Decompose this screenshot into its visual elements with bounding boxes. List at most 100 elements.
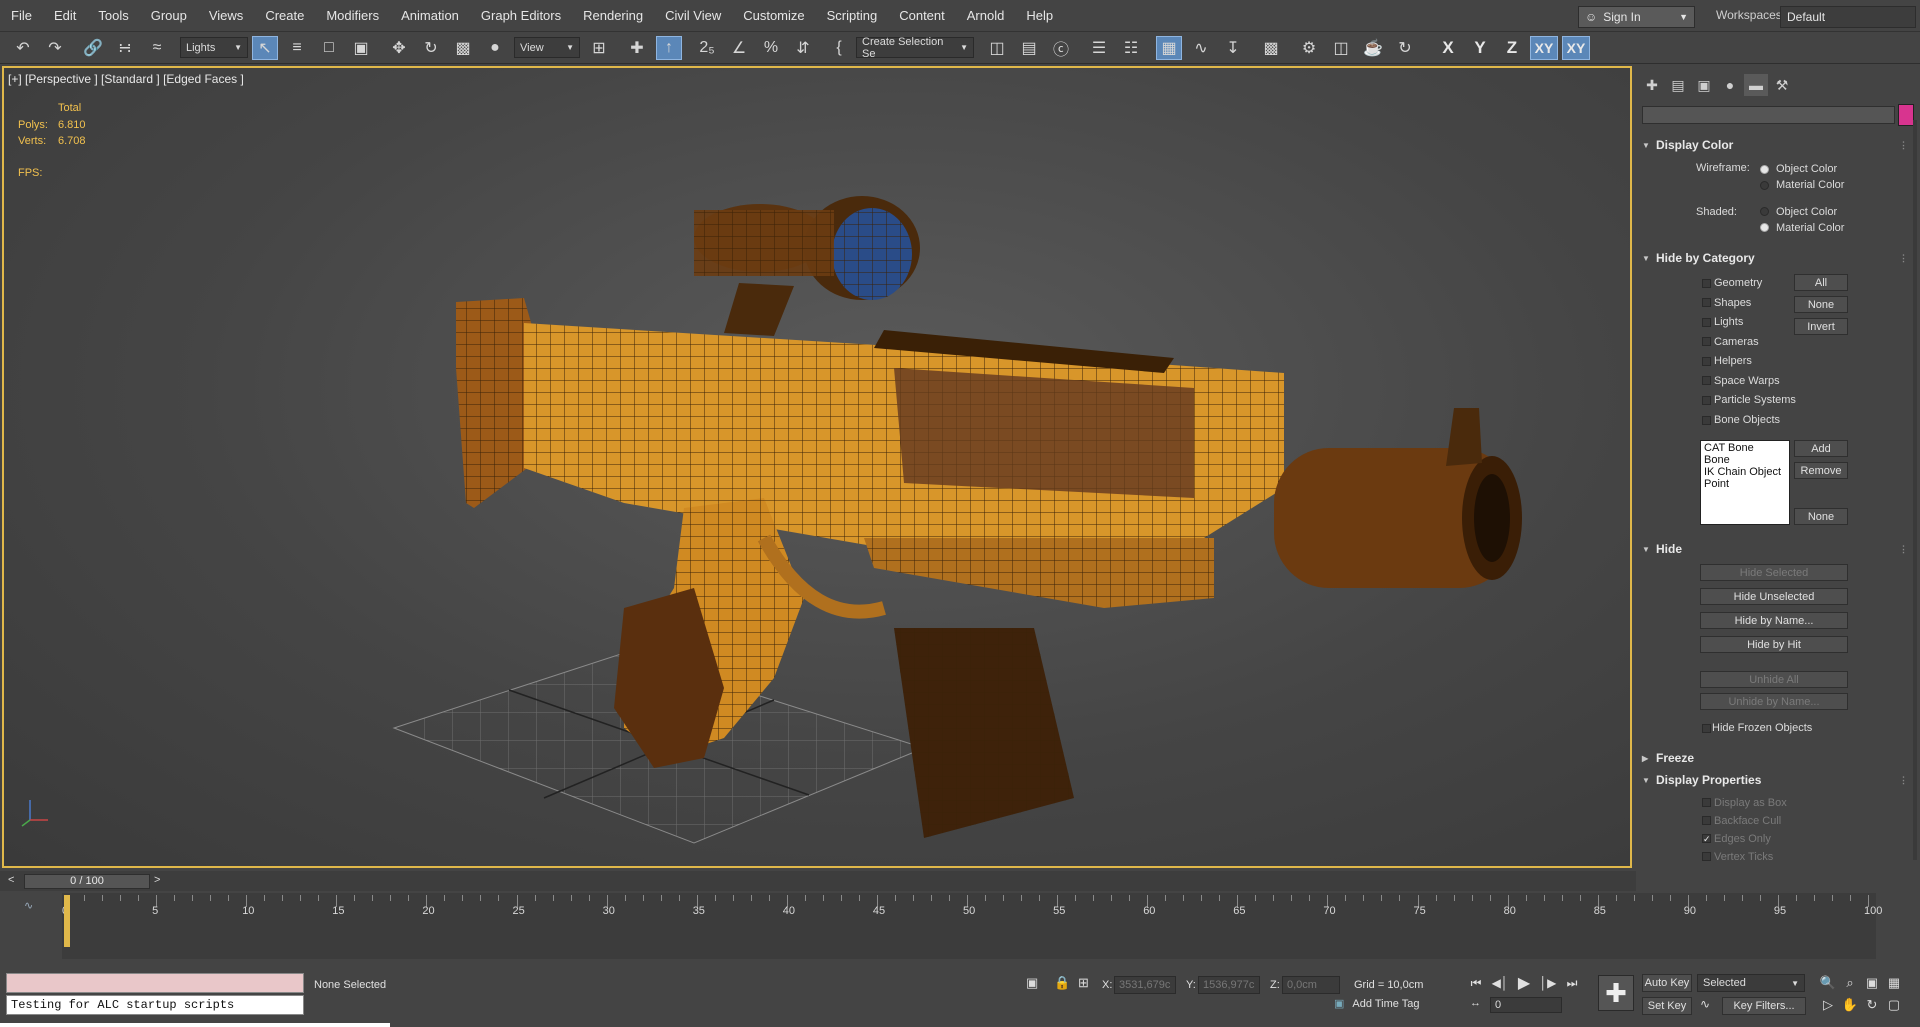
go-to-end-icon[interactable]: ⏭ xyxy=(1562,973,1582,993)
backface-cull-checkbox[interactable] xyxy=(1702,816,1711,825)
hide-frozen-objects-checkbox[interactable] xyxy=(1702,724,1711,733)
axis-y-button[interactable]: Y xyxy=(1466,36,1494,60)
rollout-freeze[interactable]: ▶ Freeze xyxy=(1642,749,1908,767)
axis-z-button[interactable]: Z xyxy=(1498,36,1526,60)
menu-customize[interactable]: Customize xyxy=(732,0,815,32)
select-object-icon[interactable]: ↖ xyxy=(252,36,278,60)
menu-tools[interactable]: Tools xyxy=(87,0,139,32)
rollout-display-color[interactable]: ▼ Display Color ⋮ xyxy=(1642,136,1908,154)
maximize-viewport-icon[interactable]: ▢ xyxy=(1884,995,1904,1015)
unlink-icon[interactable]: ∺ xyxy=(112,36,138,60)
percent-snap-icon[interactable]: % xyxy=(758,36,784,60)
hide-lights-checkbox[interactable] xyxy=(1702,318,1711,327)
hide-by-hit-button[interactable]: Hide by Hit xyxy=(1700,636,1848,653)
move-icon[interactable]: ✥ xyxy=(386,36,412,60)
quick-render-icon[interactable]: ⓒ xyxy=(1048,36,1074,60)
menu-arnold[interactable]: Arnold xyxy=(956,0,1016,32)
selection-filter-dropdown[interactable]: Lights ▼ xyxy=(180,37,248,58)
time-slider-thumb[interactable]: 0 / 100 xyxy=(24,874,150,889)
align-icon[interactable]: ▤ xyxy=(1016,36,1042,60)
menu-file[interactable]: File xyxy=(0,0,43,32)
zoom-icon[interactable]: 🔍 xyxy=(1818,973,1838,993)
maxscript-listener-output[interactable] xyxy=(6,973,304,993)
modify-tab-icon[interactable]: ▤ xyxy=(1666,74,1690,96)
field-of-view-icon[interactable]: ▷ xyxy=(1818,995,1838,1015)
rotate-icon[interactable]: ↻ xyxy=(418,36,444,60)
isolate-selection-icon[interactable]: ▣ xyxy=(1026,975,1038,991)
link-icon[interactable]: 🔗 xyxy=(80,36,106,60)
none-list-button[interactable]: None xyxy=(1794,508,1848,525)
hide-all-categories-button[interactable]: All xyxy=(1794,274,1848,291)
pivot-center-icon[interactable]: ⊞ xyxy=(586,36,612,60)
axis-x-button[interactable]: X xyxy=(1434,36,1462,60)
display-tab-icon[interactable]: ▬ xyxy=(1744,74,1768,96)
spinner-snap-icon[interactable]: ⇵ xyxy=(790,36,816,60)
toggle-ribbon-icon[interactable]: ▦ xyxy=(1156,36,1182,60)
orbit-icon[interactable]: ↻ xyxy=(1862,995,1882,1015)
hide-helpers-checkbox[interactable] xyxy=(1702,357,1711,366)
edit-named-selection-icon[interactable]: { xyxy=(826,36,852,60)
current-frame-field[interactable]: 0 xyxy=(1490,997,1562,1013)
workspace-dropdown[interactable]: Default xyxy=(1780,6,1916,28)
previous-frame-icon[interactable]: ◀│ xyxy=(1490,973,1510,993)
render-setup-icon[interactable]: ◫ xyxy=(1328,36,1354,60)
rollout-display-properties[interactable]: ▼ Display Properties ⋮ xyxy=(1642,771,1908,789)
reference-coord-dropdown[interactable]: View ▼ xyxy=(514,37,580,58)
display-as-box-checkbox[interactable] xyxy=(1702,798,1711,807)
time-slider-prev-icon[interactable]: < xyxy=(8,874,14,886)
z-coord-field[interactable]: 0,0cm xyxy=(1282,976,1340,994)
menu-create[interactable]: Create xyxy=(254,0,315,32)
pan-view-icon[interactable]: ✋ xyxy=(1840,995,1860,1015)
wireframe-material-color-radio[interactable] xyxy=(1760,181,1769,190)
wireframe-object-color-radio[interactable] xyxy=(1760,165,1769,174)
hide-by-name-button[interactable]: Hide by Name... xyxy=(1700,612,1848,629)
play-icon[interactable]: ▶ xyxy=(1514,973,1534,993)
menu-modifiers[interactable]: Modifiers xyxy=(315,0,390,32)
unhide-all-button[interactable]: Unhide All xyxy=(1700,671,1848,688)
angle-snap-icon[interactable]: ∠ xyxy=(726,36,752,60)
layer-explorer-icon[interactable]: ☷ xyxy=(1118,36,1144,60)
undo-icon[interactable]: ↶ xyxy=(10,36,36,60)
hide-none-categories-button[interactable]: None xyxy=(1794,296,1848,313)
object-name-field[interactable] xyxy=(1642,106,1895,124)
key-filters-button[interactable]: Key Filters... xyxy=(1722,997,1806,1015)
hierarchy-tab-icon[interactable]: ▣ xyxy=(1692,74,1716,96)
keyboard-shortcut-override-icon[interactable]: ↑ xyxy=(656,36,682,60)
axis-xy-button[interactable]: XY xyxy=(1530,36,1558,60)
curve-editor-mini-icon[interactable]: ∿ xyxy=(24,899,33,912)
set-key-button[interactable]: Set Key xyxy=(1642,997,1692,1015)
x-coord-field[interactable]: 3531,679c xyxy=(1114,976,1176,994)
dope-sheet-icon[interactable]: ↧ xyxy=(1220,36,1246,60)
hide-selected-button[interactable]: Hide Selected xyxy=(1700,564,1848,581)
rectangular-region-icon[interactable]: □ xyxy=(316,36,342,60)
next-frame-icon[interactable]: │▶ xyxy=(1538,973,1558,993)
invert-categories-button[interactable]: Invert xyxy=(1794,318,1848,335)
menu-animation[interactable]: Animation xyxy=(390,0,470,32)
unhide-by-name-button[interactable]: Unhide by Name... xyxy=(1700,693,1848,710)
named-selection-set-dropdown[interactable]: Create Selection Se ▼ xyxy=(856,36,974,60)
render-production-icon[interactable]: ↻ xyxy=(1392,36,1418,60)
select-by-name-icon[interactable]: ≡ xyxy=(284,36,310,60)
auto-key-button[interactable]: Auto Key xyxy=(1642,974,1692,992)
menu-civil-view[interactable]: Civil View xyxy=(654,0,732,32)
create-tab-icon[interactable]: ✚ xyxy=(1640,74,1664,96)
absolute-mode-icon[interactable]: ⊞ xyxy=(1078,975,1089,991)
material-editor-icon[interactable]: ⚙ xyxy=(1296,36,1322,60)
perspective-viewport[interactable]: [+] [Perspective ] [Standard ] [Edged Fa… xyxy=(2,66,1632,868)
menu-edit[interactable]: Edit xyxy=(43,0,87,32)
shaded-material-color-radio[interactable] xyxy=(1760,223,1769,232)
list-item[interactable]: Bone xyxy=(1704,454,1786,466)
list-item[interactable]: CAT Bone xyxy=(1704,442,1786,454)
menu-graph-editors[interactable]: Graph Editors xyxy=(470,0,572,32)
hide-unselected-button[interactable]: Hide Unselected xyxy=(1700,588,1848,605)
list-item[interactable]: IK Chain Object xyxy=(1704,466,1786,478)
menu-views[interactable]: Views xyxy=(198,0,254,32)
shaded-object-color-radio[interactable] xyxy=(1760,207,1769,216)
scale-icon[interactable]: ▩ xyxy=(450,36,476,60)
default-in-out-tangents-icon[interactable]: ∿ xyxy=(1700,997,1710,1011)
edges-only-checkbox[interactable]: ✓ xyxy=(1702,834,1711,844)
utilities-tab-icon[interactable]: ⚒ xyxy=(1770,74,1794,96)
list-item[interactable]: Point xyxy=(1704,478,1786,490)
vertex-ticks-checkbox[interactable] xyxy=(1702,852,1711,861)
maxscript-listener-input[interactable]: Testing for ALC startup scripts xyxy=(6,995,304,1015)
